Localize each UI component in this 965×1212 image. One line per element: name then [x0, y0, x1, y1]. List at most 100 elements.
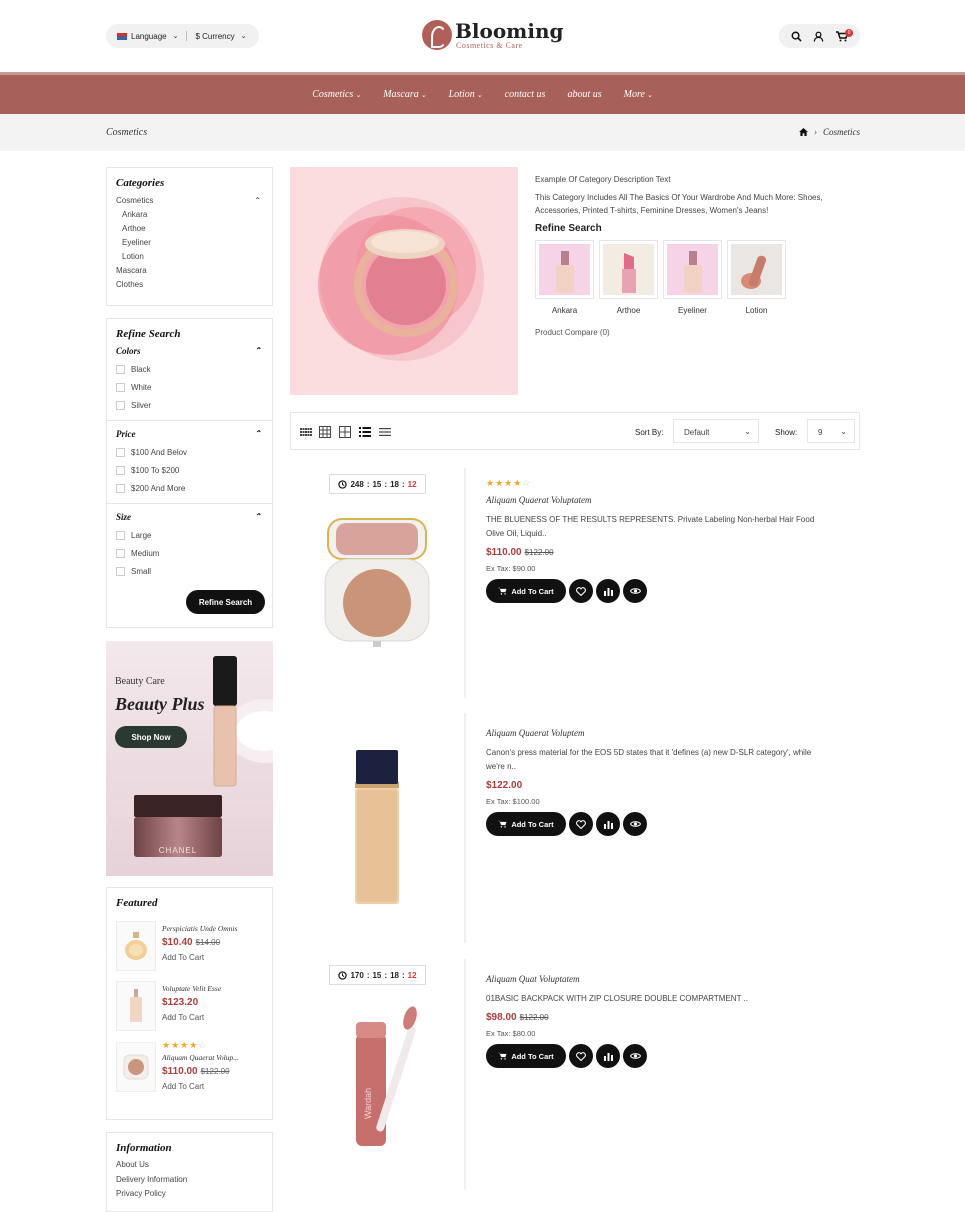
featured-item[interactable]: ★★★★☆ Aliquam Quaerat Volup... $110.00 $1… — [116, 1040, 266, 1094]
wishlist-button[interactable] — [569, 1044, 593, 1068]
product-name[interactable]: Aliquam Quaerat Voluptatem — [486, 495, 856, 505]
search-icon[interactable] — [791, 31, 802, 42]
compare-button[interactable] — [596, 812, 620, 836]
wishlist-button[interactable] — [569, 812, 593, 836]
quickview-button[interactable] — [623, 812, 647, 836]
info-link-delivery[interactable]: Delivery Information — [116, 1173, 263, 1188]
featured-add-to-cart[interactable]: Add To Cart — [162, 953, 204, 962]
price: $110.00 — [162, 1066, 198, 1077]
breadcrumb: › Cosmetics — [799, 127, 860, 137]
nav-item-cosmetics[interactable]: Cosmetics ⌄ — [312, 89, 361, 100]
quickview-button[interactable] — [623, 1044, 647, 1068]
featured-add-to-cart[interactable]: Add To Cart — [162, 1013, 204, 1022]
filter-option[interactable]: Large — [116, 526, 263, 544]
checkbox[interactable] — [116, 483, 125, 493]
featured-name[interactable]: Voluptate Velit Esse — [162, 984, 262, 993]
wishlist-button[interactable] — [569, 579, 593, 603]
banner-subtitle: Beauty Care — [115, 676, 165, 687]
filter-option[interactable]: White — [116, 378, 263, 396]
filter-group-title[interactable]: Colors ⌃ — [116, 346, 263, 360]
category-item[interactable]: Ankara — [116, 208, 263, 222]
featured-thumb[interactable] — [116, 921, 156, 971]
chevron-up-icon[interactable]: ⌃ — [254, 194, 261, 208]
featured-add-to-cart[interactable]: Add To Cart — [162, 1082, 204, 1091]
nav-item-more[interactable]: More ⌄ — [624, 89, 653, 100]
breadcrumb-current[interactable]: Cosmetics — [823, 127, 860, 137]
add-to-cart-button[interactable]: Add To Cart — [486, 1044, 566, 1068]
featured-name[interactable]: Perspiciatis Unde Omnis — [162, 924, 262, 933]
checkbox[interactable] — [116, 364, 125, 374]
subcategory-thumb[interactable] — [663, 240, 722, 299]
product-name[interactable]: Aliquam Quat Voluptatem — [486, 974, 856, 984]
featured-item[interactable]: Voluptate Velit Esse $123.20 Add To Cart — [116, 981, 266, 1033]
language-selector[interactable]: Language — [131, 32, 167, 41]
checkbox[interactable] — [116, 465, 125, 475]
category-item[interactable]: Arthoe — [116, 222, 263, 236]
filter-option[interactable]: $100 To $200 — [116, 461, 263, 479]
checkbox[interactable] — [116, 400, 125, 410]
nav-item-contact[interactable]: contact us — [505, 89, 546, 100]
list-view-icon[interactable] — [359, 426, 371, 438]
checkbox[interactable] — [116, 447, 125, 457]
checkbox[interactable] — [116, 382, 125, 392]
subcategory-thumb[interactable] — [599, 240, 658, 299]
user-icon[interactable] — [813, 31, 824, 42]
category-item[interactable]: Cosmetics ⌃ — [116, 194, 263, 208]
grid-4-view-icon[interactable] — [319, 426, 331, 438]
nav-label: about us — [567, 89, 602, 100]
grid-5-view-icon[interactable] — [300, 426, 312, 438]
category-item[interactable]: Clothes — [116, 278, 263, 292]
chevron-up-icon: ⌃ — [254, 512, 261, 521]
checkbox[interactable] — [116, 566, 125, 576]
add-to-cart-button[interactable]: Add To Cart — [486, 579, 566, 603]
checkbox[interactable] — [116, 548, 125, 558]
category-item[interactable]: Mascara — [116, 264, 263, 278]
subcategory-arthoe[interactable]: Arthoe — [599, 240, 658, 315]
compact-list-view-icon[interactable] — [379, 426, 391, 438]
product-image[interactable] — [290, 713, 466, 943]
featured-thumb[interactable] — [116, 1042, 156, 1092]
subcategory-eyeliner[interactable]: Eyeliner — [663, 240, 722, 315]
subcategory-lotion[interactable]: Lotion — [727, 240, 786, 315]
filter-option[interactable]: Silver — [116, 396, 263, 414]
shop-now-button[interactable]: Shop Now — [115, 726, 187, 748]
nav-item-mascara[interactable]: Mascara ⌄ — [383, 89, 426, 100]
filter-option[interactable]: $200 And More — [116, 479, 263, 497]
filter-group-title[interactable]: Price ⌃ — [116, 429, 263, 443]
compare-button[interactable] — [596, 1044, 620, 1068]
featured-name[interactable]: Aliquam Quaerat Volup... — [162, 1053, 262, 1062]
nav-item-lotion[interactable]: Lotion ⌄ — [449, 89, 483, 100]
product-image[interactable]: Wardah 170: 15: 18: 12 — [290, 959, 466, 1189]
cart-button[interactable]: 0 — [836, 28, 854, 42]
quickview-button[interactable] — [623, 579, 647, 603]
subcategory-ankara[interactable]: Ankara — [535, 240, 594, 315]
product-image[interactable]: 248: 15: 18: 12 — [290, 468, 466, 698]
filter-option[interactable]: Medium — [116, 544, 263, 562]
filter-option[interactable]: $100 And Belov — [116, 443, 263, 461]
compare-button[interactable] — [596, 579, 620, 603]
filter-option[interactable]: Black — [116, 360, 263, 378]
featured-item[interactable]: Perspiciatis Unde Omnis $10.40 $14.00 Add… — [116, 921, 266, 973]
refine-search-button[interactable]: Refine Search — [186, 590, 265, 614]
checkbox[interactable] — [116, 530, 125, 540]
featured-thumb[interactable] — [116, 981, 156, 1031]
info-link-about[interactable]: About Us — [116, 1158, 263, 1173]
subcategory-thumb[interactable] — [727, 240, 786, 299]
info-link-privacy[interactable]: Privacy Policy — [116, 1187, 263, 1202]
logo[interactable]: Blooming Cosmetics & Care — [422, 20, 563, 50]
grid-2-view-icon[interactable] — [339, 426, 351, 438]
nav-item-about[interactable]: about us — [567, 89, 601, 100]
product-name[interactable]: Aliquam Quaerat Voluptem — [486, 728, 856, 738]
filter-option[interactable]: Small — [116, 562, 263, 580]
sort-select[interactable]: Default ⌄ — [673, 419, 759, 443]
show-select[interactable]: 9 ⌄ — [807, 419, 855, 443]
filter-group-title[interactable]: Size ⌃ — [116, 512, 263, 526]
product-compare-link[interactable]: Product Compare (0) — [535, 328, 610, 337]
promo-banner[interactable]: CHANEL Beauty Care Beauty Plus Shop Now — [106, 641, 273, 876]
subcategory-thumb[interactable] — [535, 240, 594, 299]
category-item[interactable]: Lotion — [116, 250, 263, 264]
add-to-cart-button[interactable]: Add To Cart — [486, 812, 566, 836]
currency-selector[interactable]: $ Currency — [195, 32, 234, 41]
category-item[interactable]: Eyeliner — [116, 236, 263, 250]
home-icon[interactable] — [799, 128, 808, 136]
